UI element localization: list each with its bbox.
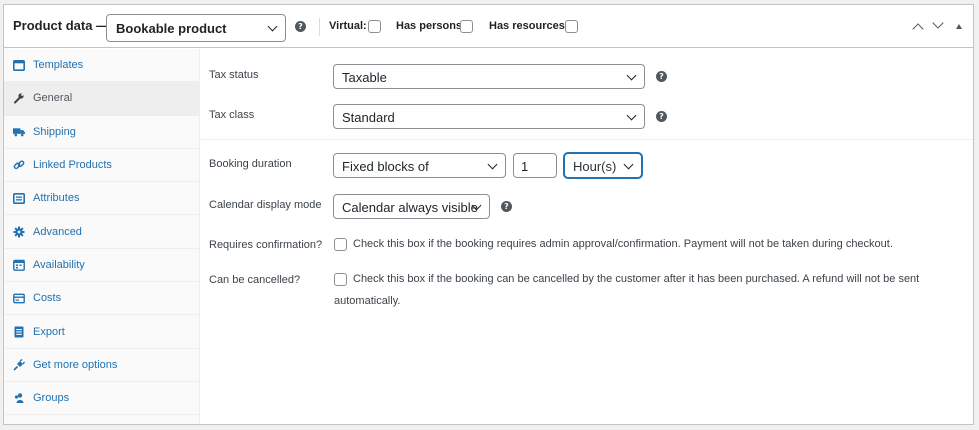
wrench-icon	[13, 92, 25, 104]
tab-label: General	[33, 92, 73, 105]
requires-confirmation-description: Check this box if the booking requires a…	[353, 238, 893, 250]
can-be-cancelled-description: Check this box if the booking can be can…	[353, 273, 920, 285]
move-down-icon[interactable]	[932, 17, 944, 29]
product-type-value: Bookable product	[116, 21, 227, 36]
list-icon	[13, 192, 25, 204]
link-icon	[13, 159, 25, 171]
cost-icon	[13, 292, 25, 304]
product-data-title: Product data —	[13, 18, 110, 33]
tax-class-label: Tax class	[209, 109, 255, 121]
tab-linked-products[interactable]: Linked Products	[4, 149, 199, 183]
has-persons-label: Has persons:	[396, 20, 466, 32]
virtual-checkbox[interactable]	[368, 20, 381, 33]
tab-label: Groups	[33, 392, 70, 405]
chevron-down-icon	[623, 159, 634, 170]
tax-status-select[interactable]: Taxable	[333, 64, 645, 89]
calendar-icon	[13, 259, 25, 271]
tab-templates[interactable]: Templates	[4, 49, 199, 83]
tab-export[interactable]: Export	[4, 315, 199, 349]
tab-label: Templates	[33, 59, 84, 72]
move-up-icon[interactable]	[912, 23, 924, 35]
requires-confirmation-label: Requires confirmation?	[209, 239, 323, 251]
product-type-select[interactable]: Bookable product	[106, 14, 286, 42]
tab-label: Availability	[33, 258, 85, 271]
booking-duration-input[interactable]: 1	[513, 153, 557, 178]
tab-costs[interactable]: Costs	[4, 282, 199, 316]
booking-duration-type-value: Fixed blocks of	[342, 159, 429, 174]
calendar-mode-value: Calendar always visible	[342, 200, 478, 215]
tax-status-label: Tax status	[209, 69, 259, 81]
export-icon	[13, 326, 25, 338]
tab-label: Shipping	[33, 125, 76, 138]
product-data-tabs: Templates General Shipping Linked Produc…	[4, 49, 200, 424]
chevron-down-icon	[626, 110, 637, 121]
help-icon[interactable]: ?	[501, 201, 512, 212]
booking-duration-label: Booking duration	[209, 158, 292, 170]
booking-duration-unit-value: Hour(s)	[573, 159, 617, 174]
tab-groups[interactable]: Groups	[4, 382, 199, 416]
booking-duration-value: 1	[521, 159, 529, 174]
help-icon[interactable]: ?	[656, 111, 667, 122]
can-be-cancelled-checkbox[interactable]	[334, 273, 347, 286]
tab-label: Get more options	[33, 358, 118, 371]
tab-label: Advanced	[33, 225, 82, 238]
help-icon[interactable]: ?	[656, 71, 667, 82]
gear-icon	[13, 226, 25, 238]
tab-label: Linked Products	[33, 159, 112, 172]
tab-label: Costs	[33, 292, 62, 305]
section-divider	[201, 139, 973, 140]
calendar-mode-select[interactable]: Calendar always visible	[333, 194, 490, 219]
groups-icon	[13, 392, 25, 404]
tab-attributes[interactable]: Attributes	[4, 182, 199, 216]
can-be-cancelled-label: Can be cancelled?	[209, 274, 301, 286]
truck-icon	[13, 126, 25, 138]
booking-duration-type-select[interactable]: Fixed blocks of	[333, 153, 506, 178]
tax-status-value: Taxable	[342, 70, 387, 85]
calendar-mode-label: Calendar display mode	[209, 199, 322, 211]
has-resources-checkbox[interactable]	[565, 20, 578, 33]
tab-get-more-options[interactable]: Get more options	[4, 349, 199, 382]
general-panel: Tax status Taxable ? Tax class Standard …	[201, 49, 973, 424]
virtual-label: Virtual:	[329, 20, 367, 32]
tab-shipping[interactable]: Shipping	[4, 116, 199, 149]
has-resources-label: Has resources:	[489, 20, 569, 32]
product-data-header: Product data — Bookable product ? Virtua…	[4, 5, 973, 48]
product-data-panel: Product data — Bookable product ? Virtua…	[3, 4, 974, 425]
header-divider	[319, 18, 320, 36]
tab-availability[interactable]: Availability	[4, 249, 199, 283]
tab-advanced[interactable]: Advanced	[4, 215, 199, 249]
tab-general[interactable]: General	[4, 82, 199, 116]
has-persons-checkbox[interactable]	[460, 20, 473, 33]
tab-label: Attributes	[33, 192, 80, 205]
chevron-down-icon	[487, 159, 498, 170]
tax-class-value: Standard	[342, 110, 395, 125]
plugin-icon	[13, 358, 25, 371]
booking-duration-unit-select[interactable]: Hour(s)	[564, 153, 642, 178]
templates-icon	[13, 59, 25, 71]
help-icon[interactable]: ?	[295, 21, 306, 32]
chevron-down-icon	[267, 21, 278, 32]
collapse-toggle-icon[interactable]	[956, 24, 962, 29]
chevron-down-icon	[626, 70, 637, 81]
can-be-cancelled-description-cont: automatically.	[334, 295, 401, 307]
requires-confirmation-checkbox[interactable]	[334, 238, 347, 251]
tab-label: Export	[33, 325, 65, 338]
tax-class-select[interactable]: Standard	[333, 104, 645, 129]
